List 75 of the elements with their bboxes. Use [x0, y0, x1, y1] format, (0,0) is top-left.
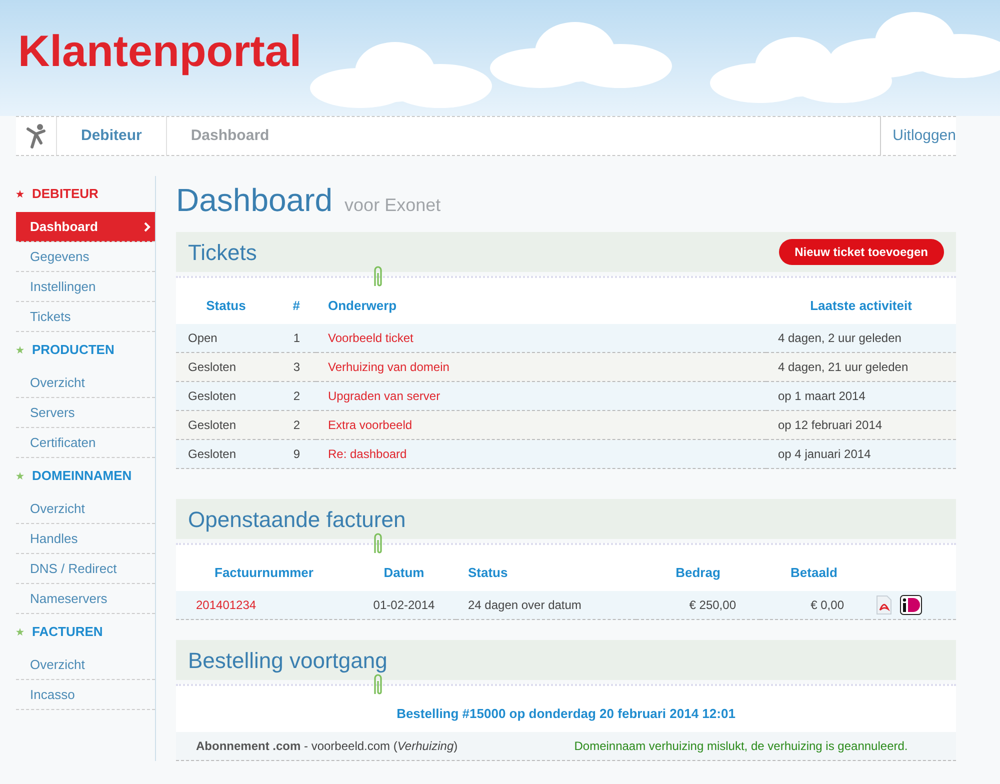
- new-ticket-button[interactable]: Nieuw ticket toevoegen: [778, 239, 944, 265]
- paperclip-icon: [372, 266, 384, 288]
- sidebar-section-title: FACTUREN: [16, 614, 155, 650]
- table-cell: Gesloten: [176, 352, 276, 382]
- column-header: Bedrag: [674, 564, 722, 582]
- table-cell: 3: [276, 352, 316, 382]
- table-cell: Open: [176, 324, 276, 352]
- table-cell: op 12 februari 2014: [766, 410, 956, 440]
- table-cell: 2: [276, 382, 316, 410]
- payment-logo-icon[interactable]: [900, 594, 922, 615]
- column-header: Datum: [382, 564, 426, 582]
- sidebar-item[interactable]: Overzicht: [16, 650, 155, 680]
- star-icon: [16, 472, 24, 480]
- sidebar-item[interactable]: Dashboard: [16, 212, 155, 242]
- sidebar-item[interactable]: Handles: [16, 524, 155, 554]
- table-cell: 2: [276, 410, 316, 440]
- panel-title: Bestelling voortgang: [188, 646, 388, 675]
- table-cell: 01-02-2014: [352, 590, 456, 620]
- table-cell: op 4 januari 2014: [766, 440, 956, 468]
- table-cell: 4 dagen, 21 uur geleden: [766, 352, 956, 382]
- panel-title: Tickets: [188, 238, 257, 266]
- table-cell: 9: [276, 440, 316, 468]
- order-status-message: Domeinnaam verhuizing mislukt, de verhuizing is geannuleerd.: [573, 738, 909, 754]
- sidebar-section-title: PRODUCTEN: [16, 332, 155, 368]
- ticket-link[interactable]: Upgraden van server: [328, 389, 440, 403]
- table-cell: Gesloten: [176, 410, 276, 440]
- breadcrumb-link[interactable]: Dashboard: [166, 117, 294, 155]
- star-icon: [16, 346, 24, 354]
- table-cell: € 250,00: [636, 590, 760, 620]
- column-header: Factuurnummer: [214, 564, 314, 582]
- star-icon: [16, 628, 24, 636]
- column-header: Status: [205, 297, 247, 315]
- paperclip-icon: [372, 533, 384, 555]
- column-header: #: [292, 297, 301, 315]
- sidebar-item[interactable]: Gegevens: [16, 242, 155, 272]
- ticket-link[interactable]: Extra voorbeeld: [328, 418, 412, 432]
- person-logo-icon: [25, 123, 47, 149]
- paperclip-icon: [372, 674, 384, 696]
- breadcrumb-link[interactable]: Debiteur: [56, 117, 166, 155]
- pdf-icon[interactable]: [876, 594, 892, 615]
- sidebar-item[interactable]: Overzicht: [16, 494, 155, 524]
- table-cell: 24 dagen over datum: [456, 590, 636, 620]
- logout-link[interactable]: Uitloggen: [880, 117, 956, 155]
- table-cell: Gesloten: [176, 440, 276, 468]
- table-cell: € 0,00: [760, 590, 868, 620]
- ticket-link[interactable]: Verhuizing van domein: [328, 360, 450, 374]
- invoice-link[interactable]: 201401234: [196, 598, 256, 612]
- page-title: Dashboard: [176, 181, 333, 220]
- star-icon: [16, 190, 24, 198]
- portal-title: Klantenportal: [18, 30, 302, 74]
- order-heading: Bestelling #15000 op donderdag 20 februari 2014 12:01: [396, 705, 736, 723]
- sidebar-item[interactable]: Overzicht: [16, 368, 155, 398]
- column-header: Laatste activiteit: [809, 297, 913, 315]
- order-product: Abonnement .com - voorbeeld.com (Verhuizing): [195, 738, 459, 754]
- sidebar-section-title: DOMEINNAMEN: [16, 458, 155, 494]
- sidebar-section-title: DEBITEUR: [16, 176, 155, 212]
- column-header: Betaald: [790, 564, 838, 582]
- ticket-link[interactable]: Re: dashboard: [328, 447, 407, 461]
- chevron-icon: [144, 222, 151, 232]
- table-cell: Gesloten: [176, 382, 276, 410]
- panel-title: Openstaande facturen: [188, 506, 406, 534]
- page-subtitle: voor Exonet: [344, 194, 441, 217]
- sidebar-item[interactable]: Certificaten: [16, 428, 155, 458]
- column-header: Onderwerp: [327, 297, 398, 315]
- sidebar-item[interactable]: Nameservers: [16, 584, 155, 614]
- table-cell: 1: [276, 324, 316, 352]
- sidebar-item[interactable]: DNS / Redirect: [16, 554, 155, 584]
- sidebar-item[interactable]: Incasso: [16, 680, 155, 710]
- sidebar-item[interactable]: Tickets: [16, 302, 155, 332]
- table-cell: 4 dagen, 2 uur geleden: [766, 324, 956, 352]
- ticket-link[interactable]: Voorbeeld ticket: [328, 330, 414, 345]
- table-cell: op 1 maart 2014: [766, 382, 956, 410]
- sidebar-item[interactable]: Instellingen: [16, 272, 155, 302]
- column-header: Status: [467, 564, 509, 582]
- sidebar-item[interactable]: Servers: [16, 398, 155, 428]
